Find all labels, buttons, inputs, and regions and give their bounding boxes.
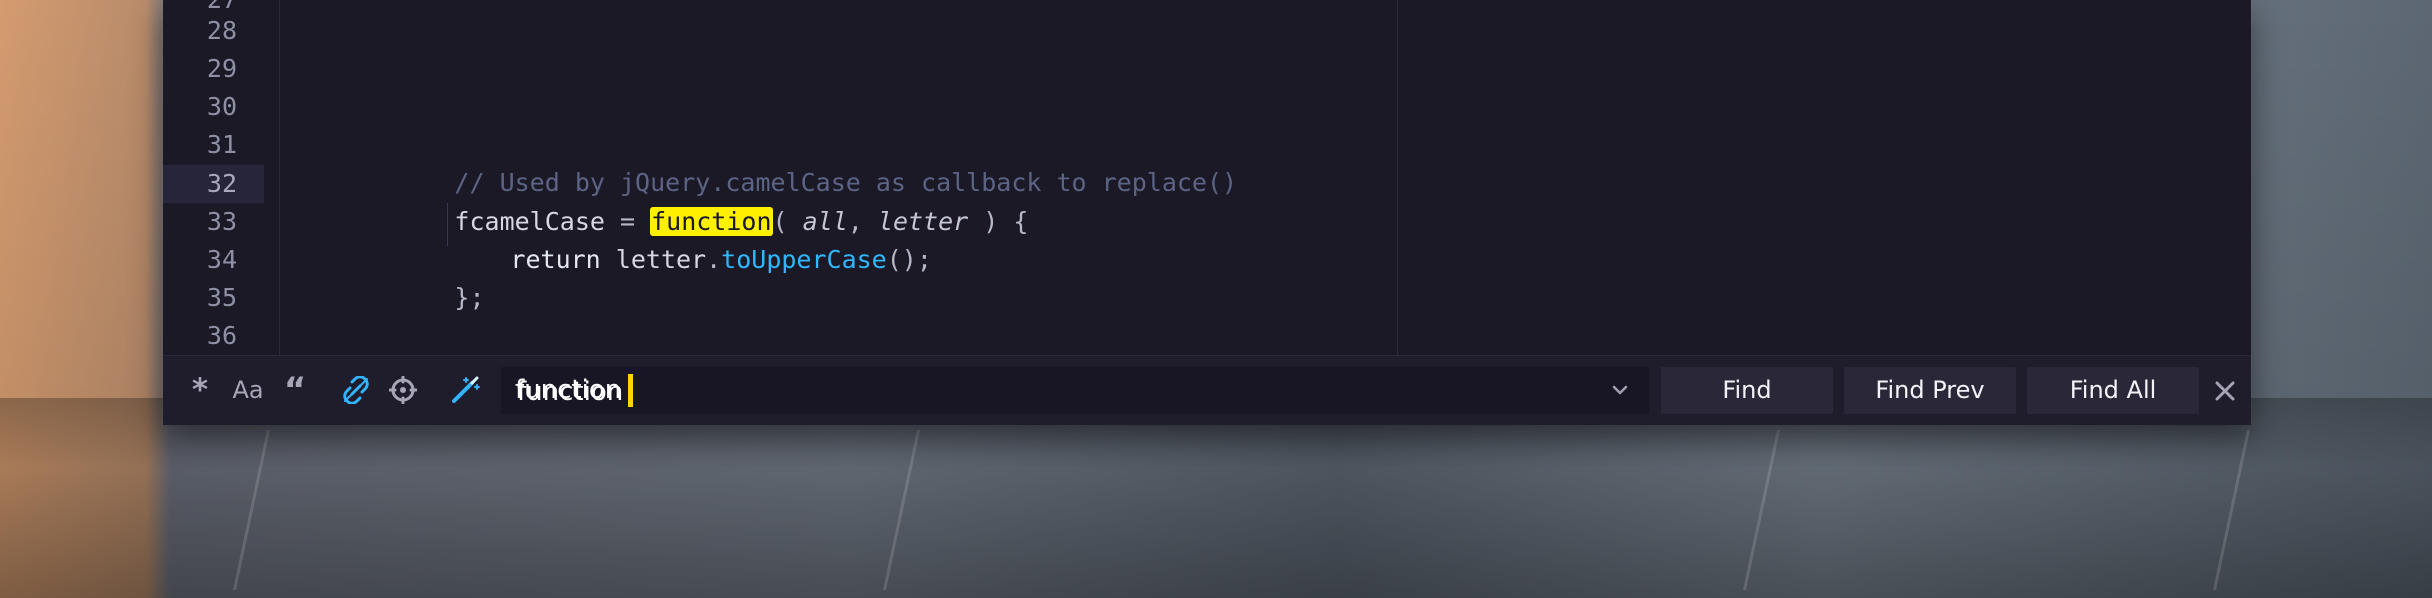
line-number-29: 29 xyxy=(206,54,237,83)
find-prev-button[interactable]: Find Prev xyxy=(1844,367,2016,414)
in-selection-toggle[interactable] xyxy=(388,374,418,406)
find-button[interactable]: Find xyxy=(1661,367,1833,414)
letter-identifier: letter xyxy=(615,245,707,274)
line-number-35: 35 xyxy=(206,283,237,312)
method-call-end: (); xyxy=(886,245,932,274)
find-all-button[interactable]: Find All xyxy=(2027,367,2199,414)
editor-divider xyxy=(1397,0,1398,355)
crosshair-icon xyxy=(389,376,417,404)
whole-word-toggle[interactable]: “ xyxy=(283,370,307,410)
case-sensitive-icon: Aa xyxy=(232,376,264,404)
code-content[interactable]: // Used by jQuery.camelCase as callback … xyxy=(279,0,1559,355)
find-search-input[interactable] xyxy=(515,367,1599,416)
code-line-34: }; xyxy=(334,241,485,355)
link-slash-icon xyxy=(343,376,369,404)
chevron-down-icon xyxy=(1612,385,1628,395)
case-sensitive-toggle[interactable]: Aa xyxy=(231,374,265,406)
function-end: }; xyxy=(454,283,485,312)
regex-toggle[interactable]: * xyxy=(187,372,213,408)
mountain-rock-background xyxy=(0,398,2432,598)
quote-icon: “ xyxy=(283,370,307,410)
line-number-33: 33 xyxy=(206,207,237,236)
line-number-31: 31 xyxy=(206,130,237,159)
code-editor[interactable]: 27 28 29 30 31 32 33 34 35 36 // Used by… xyxy=(163,0,2251,355)
find-bar: * Aa “ function function Find Find Prev … xyxy=(163,355,2251,425)
magic-wand-icon xyxy=(452,376,480,403)
asterisk-icon: * xyxy=(191,372,209,408)
close-icon xyxy=(2215,381,2235,401)
line-number-32: 32 xyxy=(206,169,237,198)
line-number-30: 30 xyxy=(206,92,237,121)
return-space xyxy=(601,245,616,274)
wrap-search-toggle[interactable] xyxy=(341,374,371,406)
find-search-box[interactable]: function xyxy=(501,367,1649,416)
editor-window: 27 28 29 30 31 32 33 34 35 36 // Used by… xyxy=(163,0,2251,425)
return-keyword: return xyxy=(510,245,601,274)
line-number-28: 28 xyxy=(206,16,237,45)
close-find-bar-button[interactable] xyxy=(2211,377,2239,405)
line-number-34: 34 xyxy=(206,245,237,274)
find-search-text: function xyxy=(515,375,622,405)
function-close-brace: ) { xyxy=(968,207,1029,236)
text-caret xyxy=(628,374,633,407)
method-dot: . xyxy=(706,245,722,274)
touppercase-method: toUpperCase xyxy=(721,245,887,274)
history-dropdown-button[interactable] xyxy=(1609,379,1631,401)
line-number-gutter: 27 28 29 30 31 32 33 34 35 36 xyxy=(163,0,280,355)
highlight-matches-toggle[interactable] xyxy=(450,374,482,406)
line-number-36: 36 xyxy=(206,321,237,350)
